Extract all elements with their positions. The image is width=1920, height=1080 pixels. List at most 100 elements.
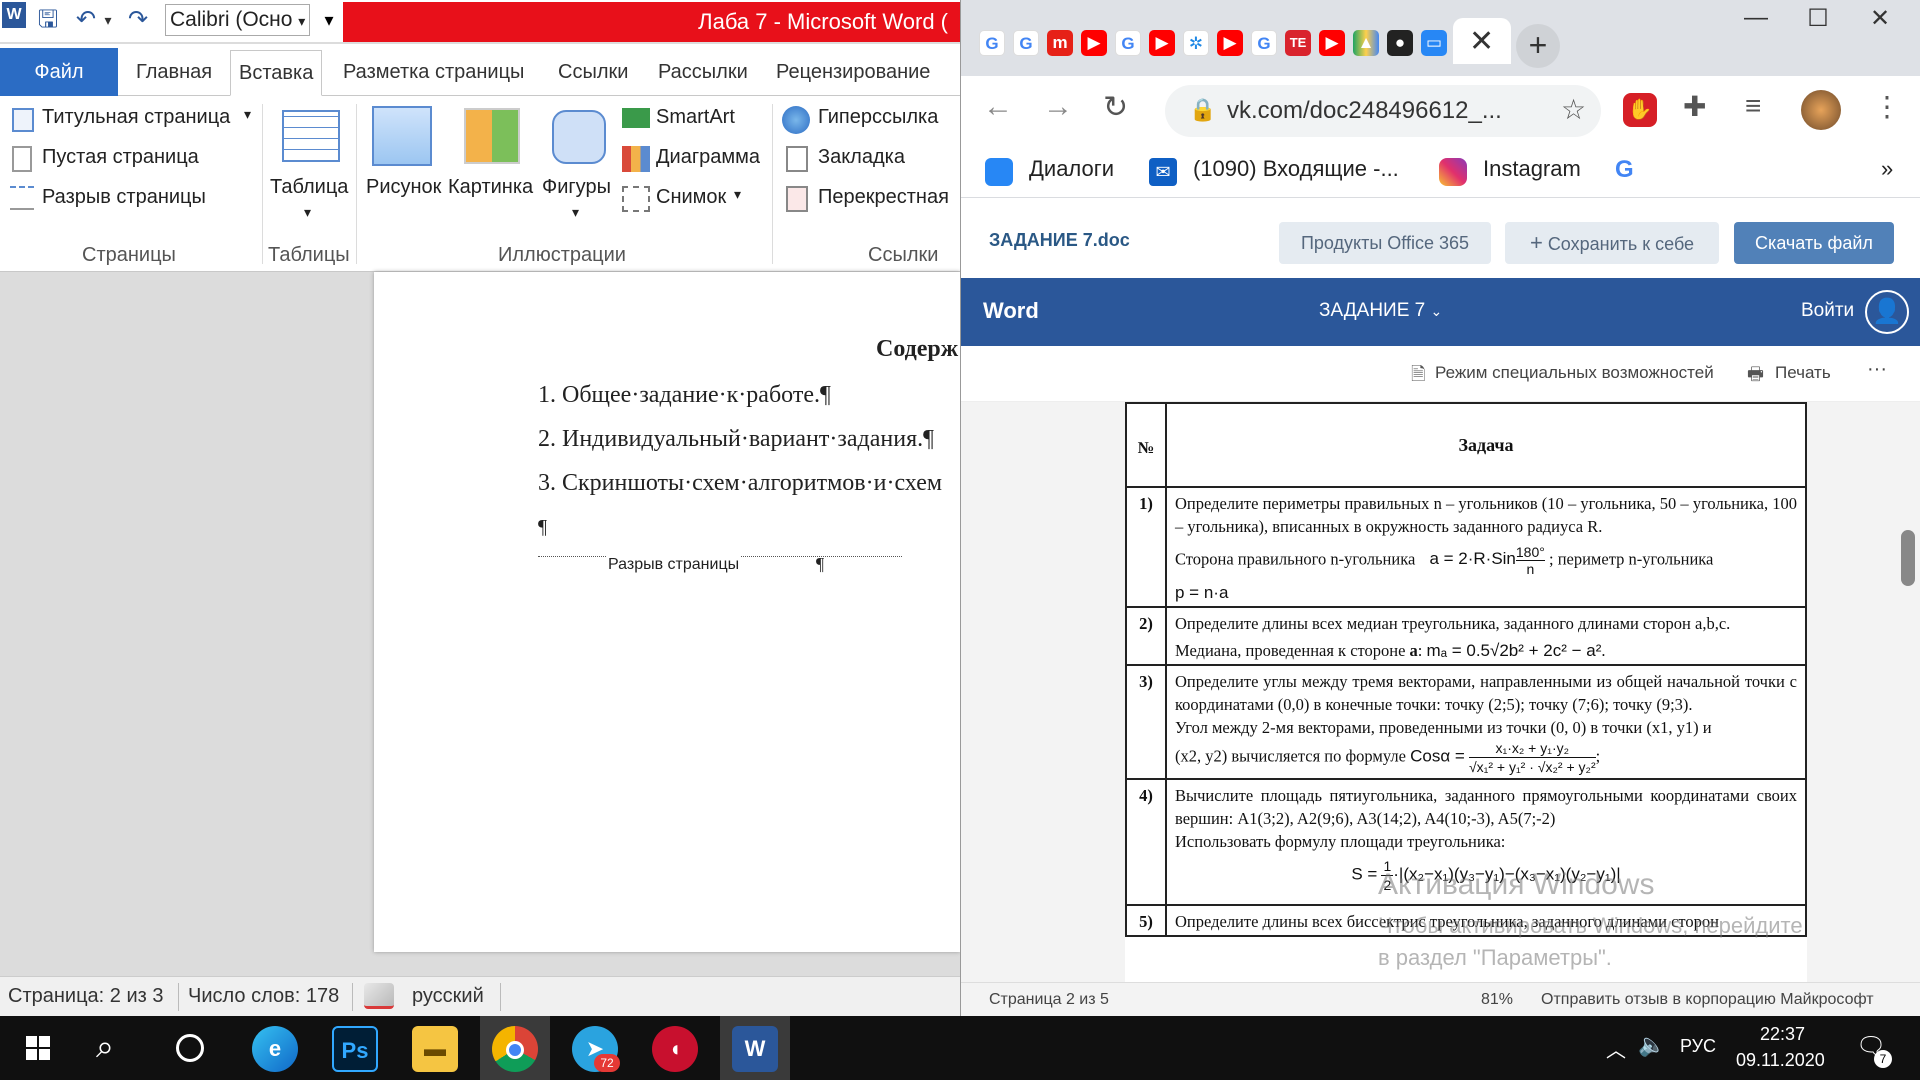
print-button[interactable]: Печать bbox=[1775, 363, 1831, 383]
feedback-link[interactable]: Отправить отзыв в корпорацию Майкрософт bbox=[1541, 991, 1874, 1009]
back-icon[interactable]: ← bbox=[983, 90, 1013, 124]
save-icon[interactable]: 🖫 bbox=[34, 6, 62, 34]
google-tab-icon[interactable]: G bbox=[1251, 30, 1277, 56]
more-options-button[interactable]: ··· bbox=[1867, 358, 1887, 381]
screenshot-dropdown-icon[interactable]: ▾ bbox=[734, 186, 741, 203]
picture-button[interactable]: Рисунок bbox=[366, 176, 441, 199]
chrome-icon[interactable] bbox=[492, 1026, 538, 1072]
tab-review[interactable]: Рецензирование bbox=[768, 54, 938, 90]
cross-reference-button[interactable]: Перекрестная bbox=[818, 186, 949, 209]
file-explorer-icon[interactable]: ▬ bbox=[412, 1026, 458, 1072]
reload-icon[interactable]: ↻ bbox=[1103, 90, 1128, 125]
tab-insert[interactable]: Вставка bbox=[230, 50, 323, 96]
document-page[interactable]: Содерж 1. Общее·задание·к·работе.¶ 2. Ин… bbox=[374, 272, 960, 952]
close-tab-icon[interactable]: ✕ bbox=[1469, 24, 1494, 59]
status-words[interactable]: Число слов: 178 bbox=[188, 985, 339, 1008]
undo-dropdown-icon[interactable]: ▾ bbox=[100, 6, 116, 34]
blank-page-button[interactable]: Пустая страница bbox=[42, 146, 199, 169]
redo-icon[interactable]: ↷ bbox=[124, 6, 152, 34]
download-file-button[interactable]: Скачать файл bbox=[1734, 222, 1894, 264]
signin-link[interactable]: Войти bbox=[1801, 300, 1854, 322]
google-bookmark-icon[interactable]: G bbox=[1615, 156, 1634, 184]
bookmark-button[interactable]: Закладка bbox=[818, 146, 905, 169]
google-tab-icon[interactable]: G bbox=[979, 30, 1005, 56]
bookmark-star-icon[interactable]: ☆ bbox=[1561, 93, 1586, 126]
bookmark-dialogs[interactable]: Диалоги bbox=[1029, 156, 1114, 182]
chart-button[interactable]: Диаграмма bbox=[656, 146, 760, 169]
word-taskbar-icon[interactable]: W bbox=[732, 1026, 778, 1072]
tab-home[interactable]: Главная bbox=[128, 54, 220, 90]
page-break-button[interactable]: Разрыв страницы bbox=[42, 186, 206, 209]
save-to-vk-button[interactable]: + Сохранить к себе bbox=[1505, 222, 1719, 264]
spellcheck-icon[interactable] bbox=[364, 983, 394, 1009]
google-tab-icon[interactable]: G bbox=[1013, 30, 1039, 56]
instagram-bookmark-icon[interactable] bbox=[1439, 158, 1467, 186]
forward-icon[interactable]: → bbox=[1043, 90, 1073, 124]
lock-icon[interactable]: 🔒 bbox=[1189, 97, 1216, 123]
qat-customize-icon[interactable]: ▾ bbox=[318, 6, 340, 34]
undo-icon[interactable]: ↶ bbox=[72, 6, 100, 34]
keyboard-language[interactable]: РУС bbox=[1680, 1036, 1716, 1057]
office-products-button[interactable]: Продукты Office 365 bbox=[1279, 222, 1491, 264]
close-window-icon[interactable]: ✕ bbox=[1855, 4, 1905, 38]
bookmark-inbox[interactable]: (1090) Входящие -... bbox=[1193, 156, 1399, 182]
print-icon[interactable]: 🖶 bbox=[1747, 362, 1764, 392]
bookmark-instagram[interactable]: Instagram bbox=[1483, 156, 1581, 182]
app-red-icon[interactable]: ◖ bbox=[652, 1026, 698, 1072]
bookmarks-more-icon[interactable]: » bbox=[1881, 156, 1893, 182]
cover-page-button[interactable]: Титульная страница bbox=[42, 106, 230, 129]
user-avatar-icon[interactable]: 👤 bbox=[1865, 290, 1909, 334]
viewer-scrollbar-thumb[interactable] bbox=[1901, 530, 1915, 586]
tab-mailings[interactable]: Рассылки bbox=[650, 54, 756, 90]
youtube-tab-icon[interactable]: ▶ bbox=[1217, 30, 1243, 56]
screenshot-button[interactable]: Снимок bbox=[656, 186, 726, 209]
hyperlink-button[interactable]: Гиперссылка bbox=[818, 106, 938, 129]
edge-icon[interactable]: e bbox=[252, 1026, 298, 1072]
menu-dots-icon[interactable]: ⋮ bbox=[1873, 90, 1901, 123]
extensions-icon[interactable]: ✚ bbox=[1683, 90, 1706, 123]
youtube-tab-icon[interactable]: ▶ bbox=[1149, 30, 1175, 56]
clipart-button[interactable]: Картинка bbox=[448, 176, 533, 199]
atom-tab-icon[interactable]: ✲ bbox=[1183, 30, 1209, 56]
clock-time[interactable]: 22:37 bbox=[1760, 1024, 1805, 1045]
smartart-button[interactable]: SmartArt bbox=[656, 106, 735, 129]
cover-page-dropdown-icon[interactable]: ▾ bbox=[244, 106, 251, 123]
google-tab-icon[interactable]: G bbox=[1115, 30, 1141, 56]
new-tab-button[interactable]: + bbox=[1516, 24, 1560, 68]
url-text[interactable]: vk.com/doc248496612_... bbox=[1227, 97, 1502, 125]
volume-icon[interactable]: 🔈 bbox=[1638, 1032, 1665, 1058]
te-tab-icon[interactable]: TE bbox=[1285, 30, 1311, 56]
status-language[interactable]: русский bbox=[412, 985, 484, 1008]
tab-file[interactable]: Файл bbox=[0, 48, 118, 96]
gmail-tab-icon[interactable]: m bbox=[1047, 30, 1073, 56]
office-app-name[interactable]: Word bbox=[983, 298, 1039, 324]
table-dropdown-icon[interactable]: ▾ bbox=[304, 204, 311, 221]
tray-chevron-icon[interactable]: ︿ bbox=[1606, 1034, 1626, 1063]
accessibility-icon[interactable]: 🗎 bbox=[1411, 362, 1425, 392]
table-button[interactable]: Таблица bbox=[270, 176, 348, 199]
office-doc-title[interactable]: ЗАДАНИЕ 7 ⌄ bbox=[1319, 300, 1442, 322]
adblock-icon[interactable]: ✋ bbox=[1623, 93, 1657, 127]
media-queue-icon[interactable]: ≡ bbox=[1745, 90, 1761, 122]
chat-tab-icon[interactable]: ▭ bbox=[1421, 30, 1447, 56]
shapes-dropdown-icon[interactable]: ▾ bbox=[572, 204, 579, 221]
dark-tab-icon[interactable]: ● bbox=[1387, 30, 1413, 56]
search-icon[interactable]: ⌕ bbox=[96, 1028, 114, 1066]
minimize-icon[interactable]: — bbox=[1731, 4, 1781, 38]
drive-tab-icon[interactable]: ▲ bbox=[1353, 30, 1379, 56]
font-name-box[interactable]: Calibri (Осно ▾ bbox=[165, 4, 310, 36]
windows-start-icon[interactable] bbox=[26, 1036, 50, 1060]
accessibility-mode-button[interactable]: Режим специальных возможностей bbox=[1435, 363, 1714, 383]
shapes-button[interactable]: Фигуры bbox=[542, 176, 611, 199]
word-app-icon[interactable]: W bbox=[2, 2, 26, 28]
youtube-tab-icon[interactable]: ▶ bbox=[1319, 30, 1345, 56]
mail-bookmark-icon[interactable]: ✉ bbox=[1149, 158, 1177, 186]
tab-page-layout[interactable]: Разметка страницы bbox=[335, 54, 532, 90]
profile-avatar[interactable] bbox=[1801, 90, 1841, 130]
clock-date[interactable]: 09.11.2020 bbox=[1736, 1050, 1825, 1071]
address-bar[interactable]: 🔒 vk.com/doc248496612_... ☆ bbox=[1165, 85, 1601, 137]
status-page[interactable]: Страница: 2 из 3 bbox=[8, 985, 163, 1008]
task-view-icon[interactable] bbox=[176, 1034, 204, 1062]
maximize-icon[interactable]: ☐ bbox=[1793, 4, 1843, 38]
viewer-zoom[interactable]: 81% bbox=[1481, 991, 1513, 1009]
